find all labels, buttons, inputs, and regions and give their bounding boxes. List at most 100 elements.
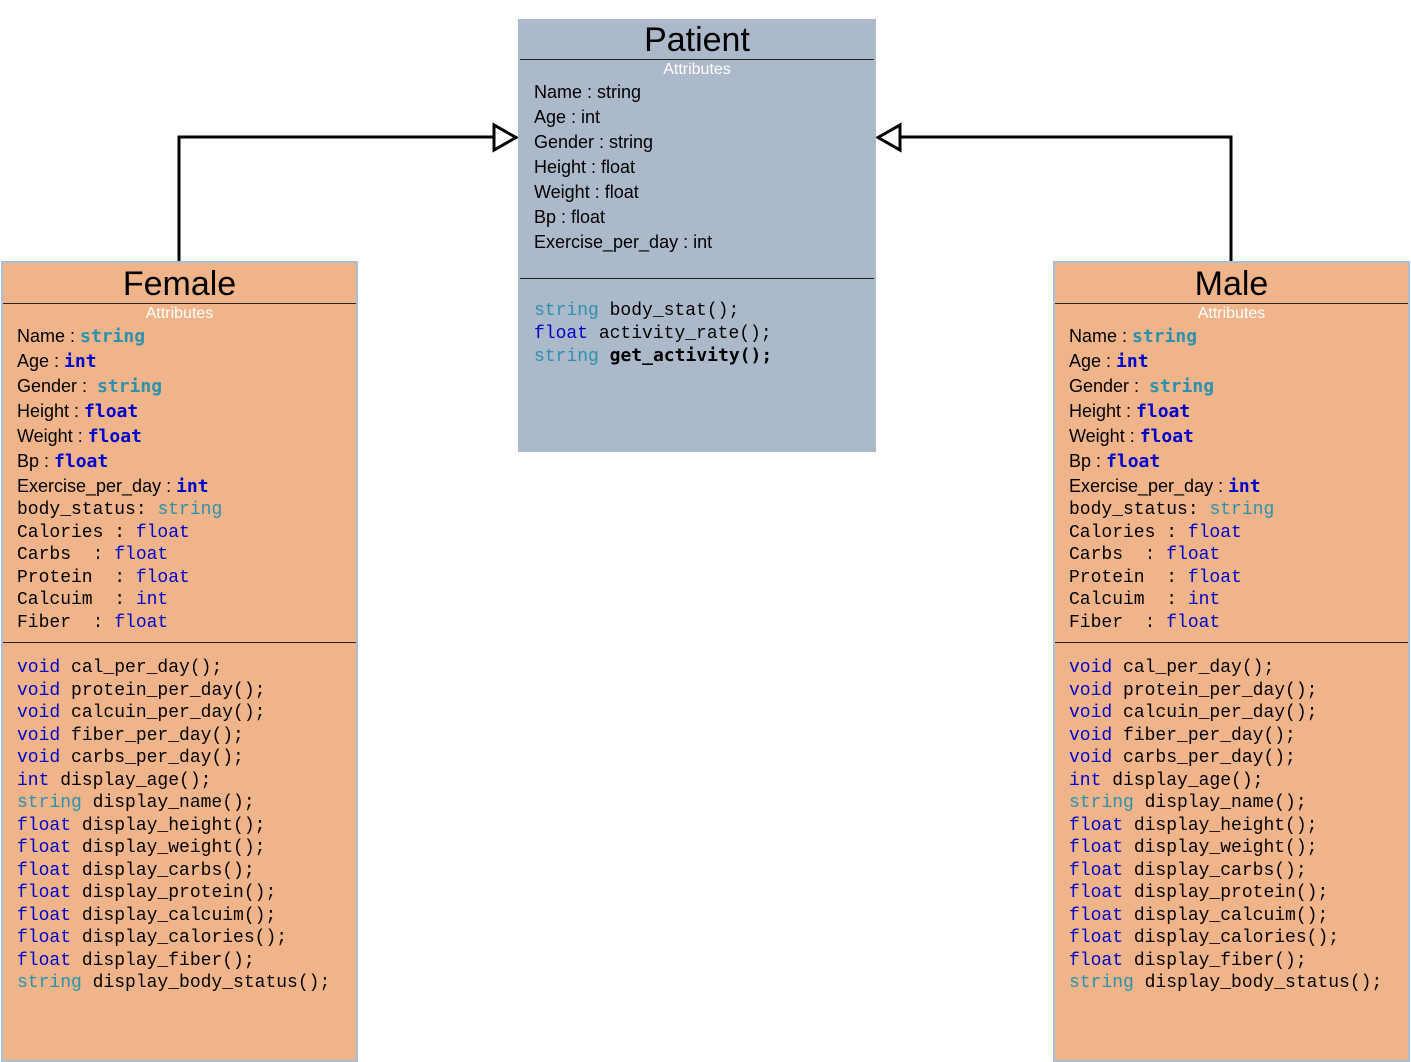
attribute-type: float: [1139, 426, 1194, 447]
method-signature: display_calcuim();: [71, 905, 277, 926]
method-signature: calcuin_per_day();: [1112, 703, 1318, 723]
method-return-type: void: [1069, 748, 1113, 768]
attribute-row: Bp : float: [17, 449, 356, 474]
attribute-name: Protein :: [1069, 567, 1188, 588]
method-signature: display_protein();: [1123, 883, 1329, 903]
method-row: float display_calories();: [17, 927, 356, 950]
method-signature: display_weight();: [1123, 838, 1318, 858]
method-return-type: void: [17, 680, 61, 701]
attribute-row: Gender : string: [17, 374, 356, 399]
attribute-name: Calcuim :: [17, 590, 136, 610]
female-class: Female Attributes Name : string Age : int…: [1, 261, 358, 1062]
method-row: string display_name();: [1069, 792, 1408, 815]
female-to-patient-line: [177, 135, 496, 262]
attribute-row: Name : string: [534, 82, 642, 102]
method-return-type: void: [1069, 680, 1113, 701]
method-return-type: string: [534, 301, 599, 321]
patient-methods: string body_stat(); float activity_rate()…: [520, 279, 874, 369]
attribute-row: body_status: string: [1069, 499, 1408, 522]
method-signature: display_calories();: [71, 928, 288, 948]
method-signature: fiber_per_day();: [1112, 725, 1296, 746]
method-signature: display_age();: [49, 770, 212, 791]
attribute-row: Name : string: [1069, 324, 1408, 349]
method-row: float display_carbs();: [1069, 860, 1408, 883]
method-row: string body_stat();: [534, 300, 874, 323]
attribute-type: float: [87, 426, 142, 447]
attribute-row: Bp : float: [534, 207, 606, 227]
attribute-row: Age : int: [17, 349, 356, 374]
method-signature: display_calcuim();: [1123, 905, 1329, 926]
method-return-type: float: [1069, 838, 1124, 858]
attribute-row: Exercise_per_day : int: [17, 474, 356, 499]
method-row: int display_age();: [17, 770, 356, 793]
attribute-type: int: [1187, 590, 1221, 610]
attribute-row: Exercise_per_day : int: [1069, 474, 1408, 499]
method-row: string display_body_status();: [17, 972, 356, 995]
method-row: void carbs_per_day();: [17, 747, 356, 770]
method-return-type: void: [1069, 658, 1113, 678]
method-signature: carbs_per_day();: [1112, 748, 1296, 768]
method-row: void calcuin_per_day();: [17, 702, 356, 725]
method-row: string get_activity();: [534, 345, 874, 369]
patient-attributes: Name : string Age : int Gender : string Hei…: [520, 80, 874, 278]
method-signature: display_protein();: [71, 883, 277, 903]
male-to-patient-line: [900, 135, 1233, 262]
method-signature: display_height();: [1123, 815, 1318, 836]
male-attributes: Name : string Age : int Gender : string Hei…: [1055, 324, 1408, 642]
attribute-type: string: [80, 326, 146, 347]
attribute-type: int: [64, 351, 97, 372]
attribute-row: Age : int: [1069, 349, 1408, 374]
female-attributes: Name : string Age : int Gender : string Hei…: [3, 324, 356, 642]
attribute-row: Height : float: [1069, 399, 1408, 424]
attribute-name: Age :: [1069, 351, 1117, 371]
attribute-type: float: [1166, 612, 1221, 633]
method-signature: display_fiber();: [71, 950, 255, 971]
attribute-row: Bp : float: [1069, 449, 1408, 474]
attribute-row: Height : float: [17, 399, 356, 424]
attribute-name: Protein :: [17, 567, 136, 588]
method-signature: get_activity();: [609, 345, 773, 366]
method-row: float display_weight();: [17, 837, 356, 860]
method-signature: display_height();: [71, 815, 266, 836]
method-row: float activity_rate();: [534, 323, 874, 346]
method-signature: display_age();: [1101, 770, 1264, 791]
attribute-type: float: [1187, 567, 1242, 588]
method-return-type: float: [1069, 860, 1124, 881]
method-row: int display_age();: [1069, 770, 1408, 793]
method-row: float display_protein();: [17, 882, 356, 905]
method-return-type: float: [17, 928, 72, 948]
method-row: float display_calcuim();: [17, 905, 356, 928]
attribute-type: string: [1149, 376, 1215, 397]
method-row: void protein_per_day();: [17, 680, 356, 703]
attribute-name: Name :: [1069, 326, 1133, 346]
method-signature: activity_rate();: [598, 323, 772, 344]
method-return-type: string: [17, 793, 82, 813]
attribute-row: Age : int: [534, 107, 601, 127]
attribute-name: Gender :: [1069, 376, 1150, 396]
male-class-title: Male: [1194, 265, 1269, 303]
attribute-type: int: [1116, 351, 1149, 372]
attribute-name: Carbs :: [1069, 545, 1167, 565]
attribute-row: Calcuim : int: [1069, 589, 1408, 612]
attribute-name: Fiber :: [17, 612, 115, 633]
attribute-name: Weight :: [17, 426, 88, 446]
attribute-type: float: [135, 567, 190, 588]
method-return-type: float: [1069, 883, 1124, 903]
method-return-type: void: [17, 658, 61, 678]
method-signature: body_stat();: [609, 301, 740, 321]
method-return-type: float: [17, 950, 72, 971]
method-row: void fiber_per_day();: [1069, 725, 1408, 748]
female-inheritance-arrowhead: [492, 122, 520, 153]
method-signature: display_name();: [1133, 793, 1307, 813]
male-class: Male Attributes Name : string Age : int Ge…: [1053, 261, 1410, 1062]
method-row: float display_carbs();: [17, 860, 356, 883]
method-signature: display_weight();: [71, 838, 266, 858]
attribute-type: int: [1228, 476, 1261, 497]
attribute-name: body_status:: [17, 500, 158, 520]
method-return-type: float: [17, 883, 72, 903]
attribute-type: float: [1187, 522, 1242, 543]
method-signature: calcuin_per_day();: [60, 703, 266, 723]
method-signature: cal_per_day();: [1112, 658, 1275, 678]
attribute-name: Calcuim :: [1069, 590, 1188, 610]
attribute-type: float: [54, 451, 109, 472]
